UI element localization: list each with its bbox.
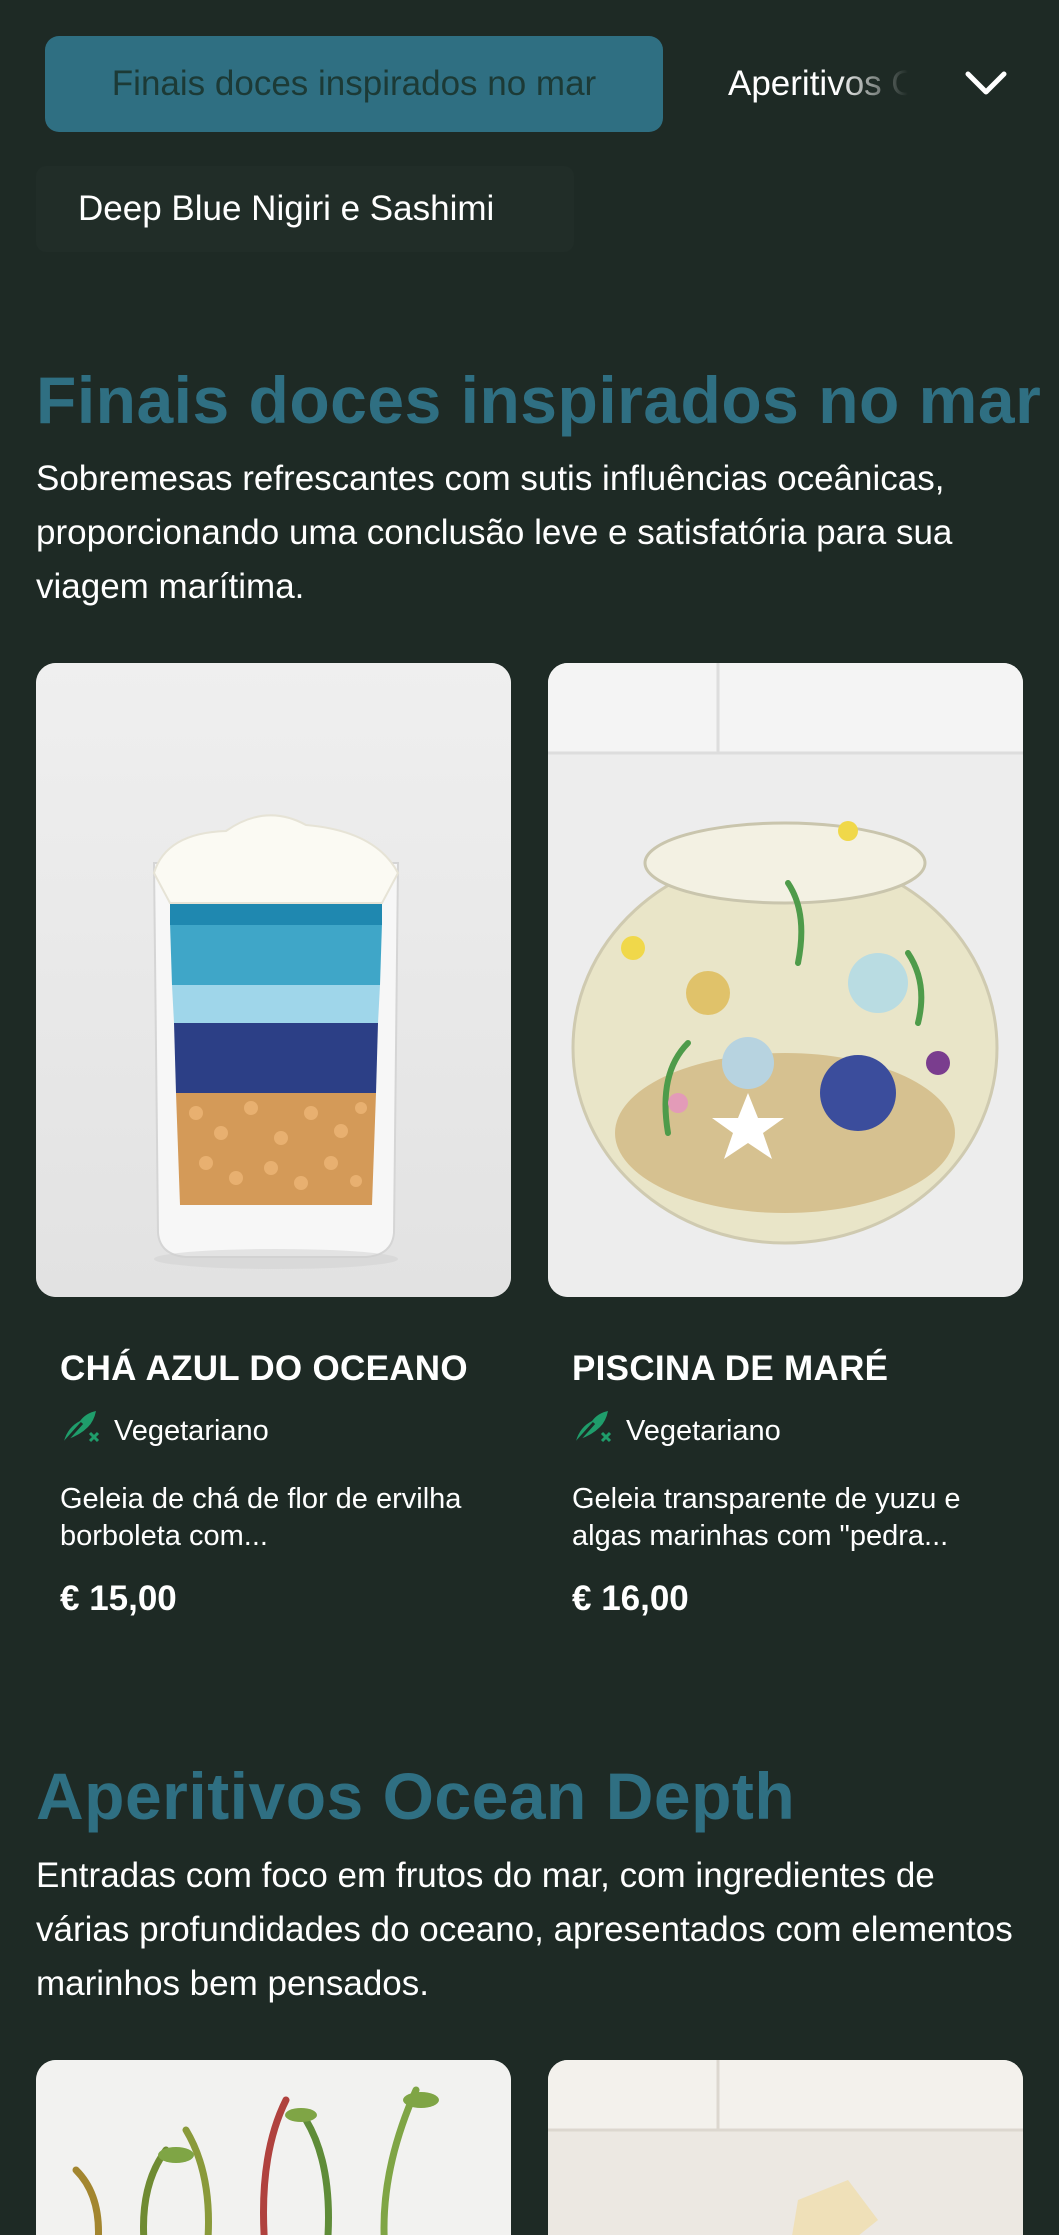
menu-item-card[interactable]: PISCINA DE MARÉ Vegetariano Geleia trans… xyxy=(548,663,1023,1619)
category-tab-active[interactable]: Finais doces inspirados no mar xyxy=(45,36,663,132)
section-description: Sobremesas refrescantes com sutis influê… xyxy=(36,459,953,606)
appetizer-image xyxy=(36,2060,511,2235)
category-tab-nigiri[interactable]: Deep Blue Nigiri e Sashimi xyxy=(36,166,574,252)
diet-tag: Vegetariano xyxy=(60,1409,487,1453)
dessert-image xyxy=(36,663,511,1297)
item-price: € 15,00 xyxy=(60,1579,177,1618)
section-title: Finais doces inspirados no mar xyxy=(36,363,1042,437)
category-tab-next[interactable]: Aperitivos Ocean Depth xyxy=(728,36,908,132)
diet-label: Vegetariano xyxy=(626,1414,781,1447)
item-name: PISCINA DE MARÉ xyxy=(572,1349,889,1388)
section-title: Aperitivos Ocean Depth xyxy=(36,1759,796,1833)
menu-item-card[interactable] xyxy=(548,2060,1023,2235)
item-description: Geleia transparente de yuzu e algas mari… xyxy=(572,1483,961,1552)
section-description: Entradas com foco em frutos do mar, com … xyxy=(36,1856,1013,2003)
diet-label: Vegetariano xyxy=(114,1414,269,1447)
appetizer-image xyxy=(548,2060,1023,2235)
diet-tag: Vegetariano xyxy=(572,1409,999,1453)
vegetarian-icon xyxy=(60,1409,114,1453)
menu-page: Finais doces inspirados no mar Aperitivo… xyxy=(0,0,1059,2235)
dessert-image xyxy=(548,663,1023,1297)
vegetarian-icon xyxy=(572,1409,626,1453)
menu-item-card[interactable]: CHÁ AZUL DO OCEANO Vegetariano Geleia de… xyxy=(36,663,511,1619)
menu-item-card[interactable] xyxy=(36,2060,511,2235)
category-nav: Finais doces inspirados no mar Aperitivo… xyxy=(0,0,1059,160)
chevron-down-icon[interactable] xyxy=(960,58,1012,110)
item-name: CHÁ AZUL DO OCEANO xyxy=(60,1349,468,1388)
item-price: € 16,00 xyxy=(572,1579,689,1618)
item-description: Geleia de chá de flor de ervilha borbole… xyxy=(60,1483,462,1552)
